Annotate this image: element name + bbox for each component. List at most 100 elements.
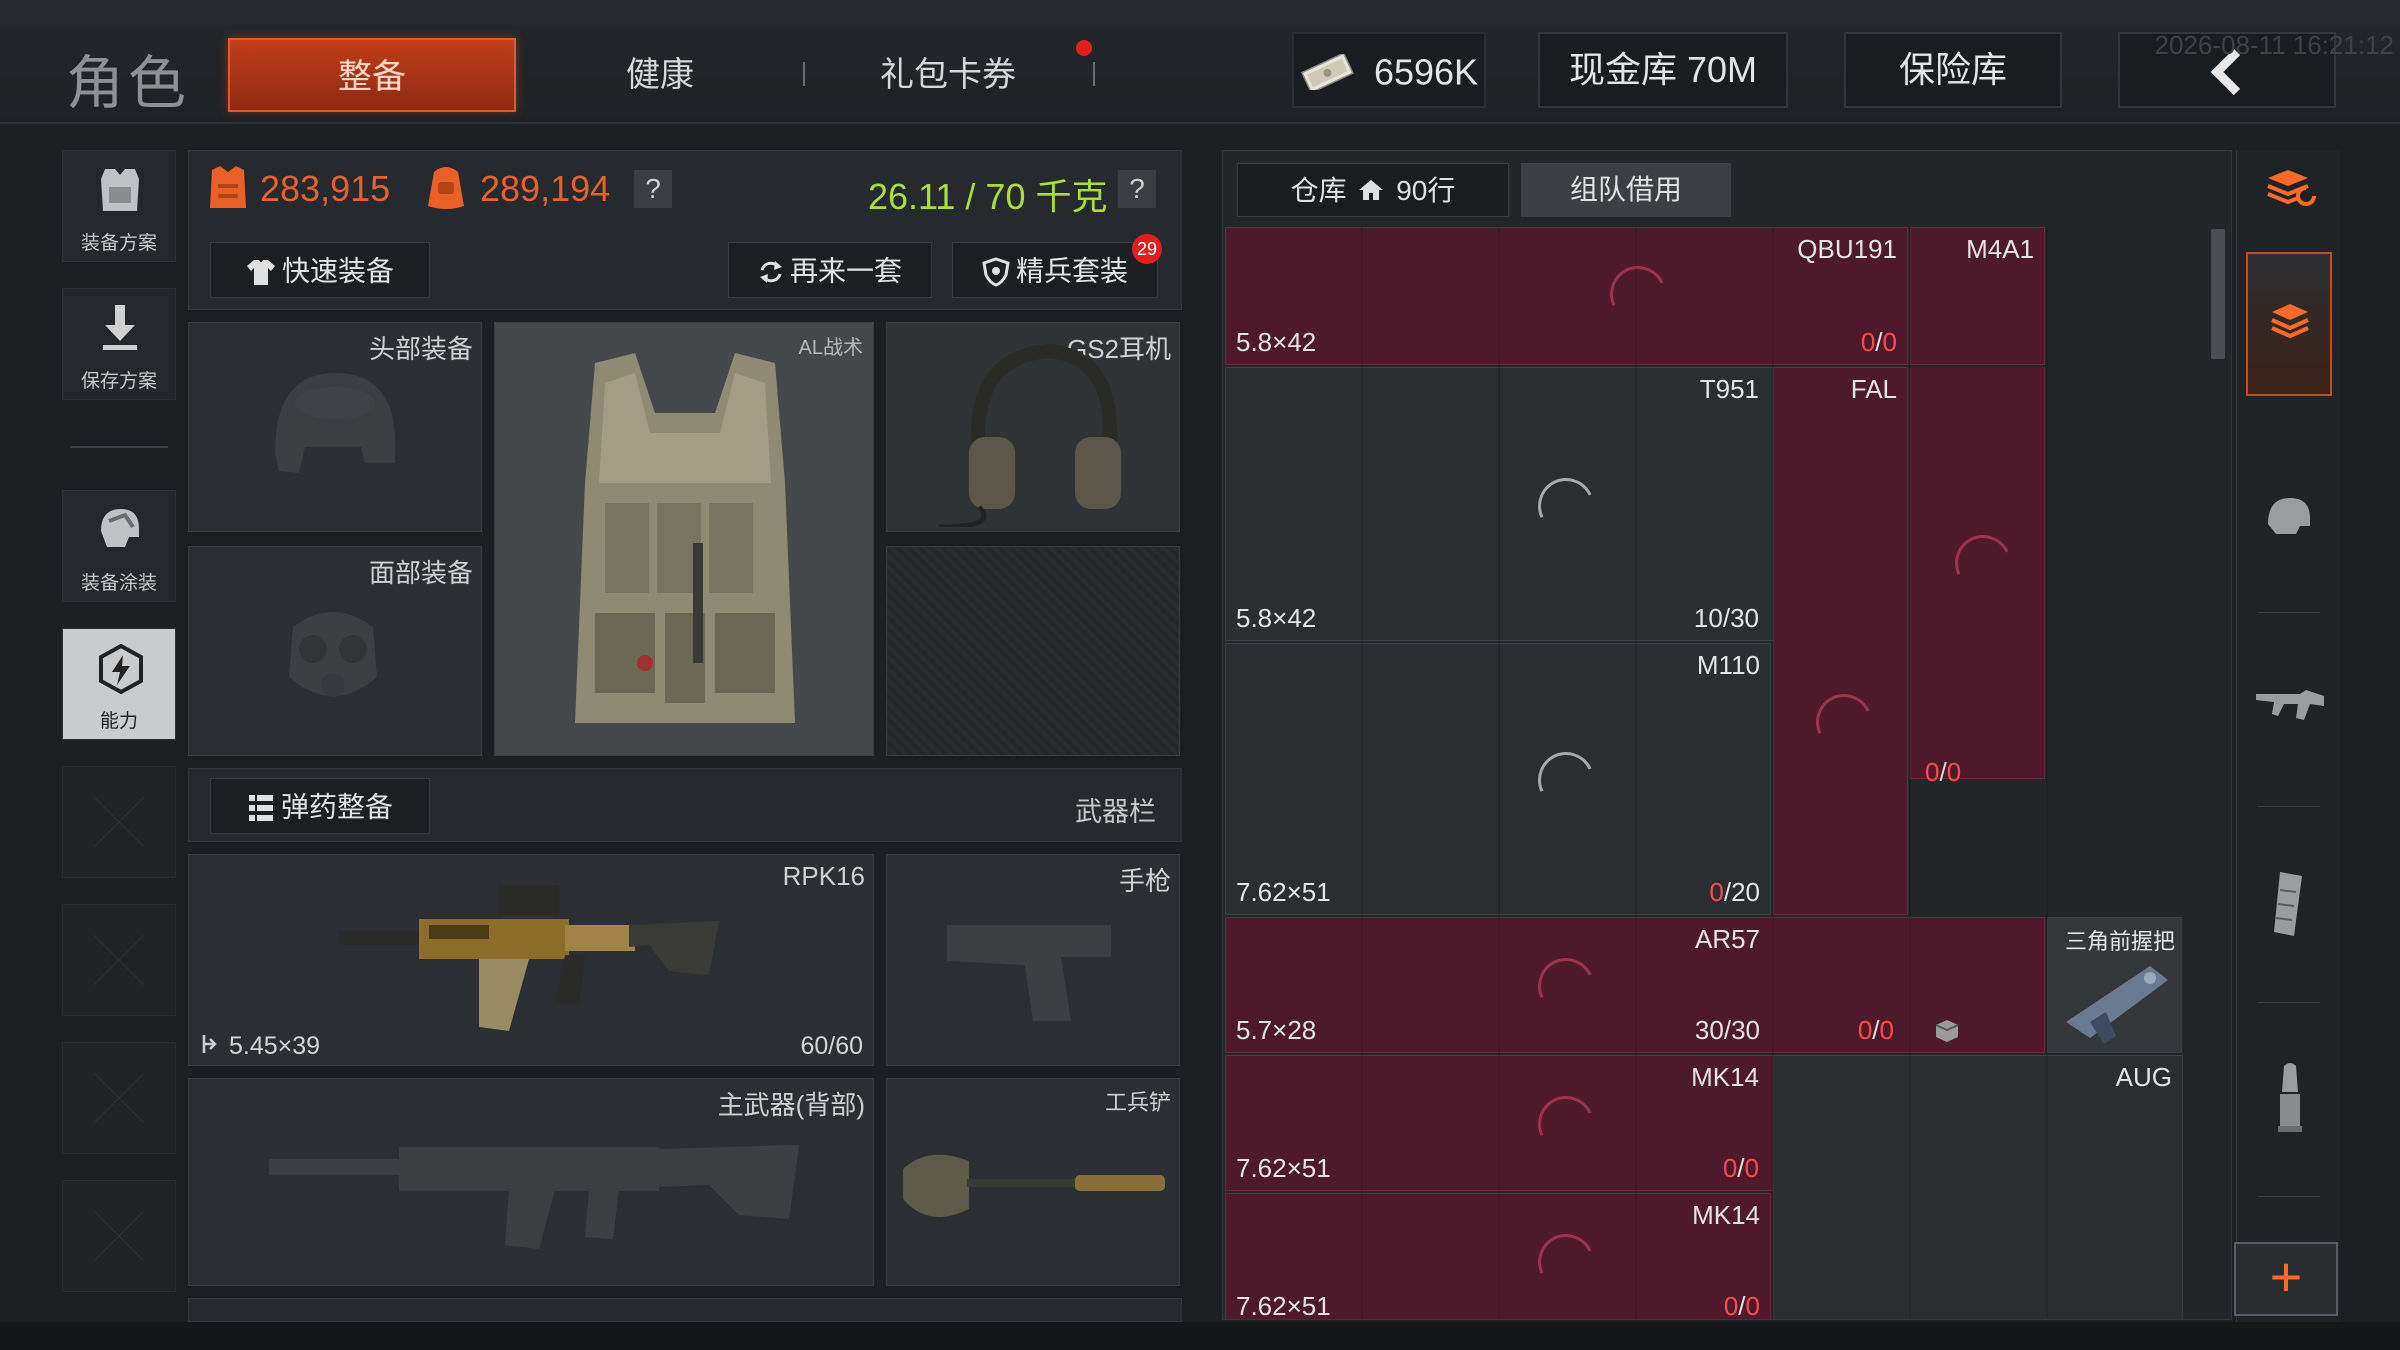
primary-ammo: 60/60 [800,1032,863,1060]
tab-team-borrow[interactable]: 组队借用 [1521,163,1731,217]
tab-equip[interactable]: 整备 [228,38,516,112]
vest-slot[interactable]: AL战术 [494,322,874,756]
weapon-bar-label: 武器栏 [1075,797,1156,827]
filter-all[interactable] [2246,252,2332,396]
currency-display[interactable]: 6596K [1292,32,1486,108]
head-equipment-slot[interactable]: 头部装备 [188,322,482,532]
pistol-slot[interactable]: 手枪 [886,854,1180,1066]
sidebar-empty-slot [62,766,176,878]
tab-gift-coupons[interactable]: 礼包卡券 [848,38,1048,112]
shovel-icon [899,1139,1169,1239]
stack-refresh-icon [2264,166,2320,216]
empty-equipment-slot[interactable] [886,546,1180,756]
bullet-icon [2270,1062,2310,1136]
box-icon [1934,1018,1960,1044]
loading-spinner-icon [1602,258,1674,330]
face-equipment-slot[interactable]: 面部装备 [188,546,482,756]
refresh-icon [758,259,784,285]
loading-spinner-icon [1530,470,1602,542]
backpack-value-icon [424,162,468,212]
inventory-item-m4a1[interactable]: M4A1 [1910,227,2045,365]
inventory-item-ar57[interactable]: AR57 5.7×28 30/30 0/0 [1225,917,2045,1053]
cash-icon [1300,54,1354,91]
loading-spinner-icon [1808,686,1880,758]
inventory-item-qbu191[interactable]: QBU191 5.8×42 0/0 [1225,227,1908,365]
inventory-item-m4a1-body[interactable] [1910,367,2045,779]
elite-set-badge: 29 [1132,234,1162,264]
inventory-item-mk14-2[interactable]: MK14 7.62×51 0/0 [1225,1193,1771,1319]
sidebar-empty-slot [62,1180,176,1292]
cash-vault-button[interactable]: 现金库 70M [1538,32,1788,108]
inventory-item-triangle-foregrip[interactable]: 三角前握把 [2047,917,2182,1053]
bottom-bar [0,1322,2400,1350]
tactical-vest-icon [545,343,825,743]
weight-help-button[interactable]: ? [1118,170,1156,208]
caliber-icon [201,1033,219,1055]
filter-divider [2258,612,2320,613]
pistol-icon [941,905,1121,1025]
tab-storage[interactable]: 仓库 90行 [1237,163,1509,217]
loading-spinner-icon [1530,950,1602,1022]
filter-divider [2258,1196,2320,1197]
sidebar-item-loadout-plans[interactable]: 装备方案 [62,150,176,262]
sidebar-empty-slot [62,1042,176,1154]
sidebar-item-equipment-paint[interactable]: 装备涂装 [62,490,176,602]
gas-mask-icon [273,597,393,717]
filter-sort-button[interactable] [2246,150,2332,234]
ability-icon [95,643,147,695]
value-help-button[interactable]: ? [634,170,672,208]
melee-slot[interactable]: 工兵铲 [886,1078,1180,1286]
home-icon [1358,178,1384,202]
timestamp: 2026-08-11 16:21:12 [2154,30,2395,60]
inventory-item-aug[interactable]: AUG [1773,1055,2183,1319]
back-weapon-slot[interactable]: 主武器(背部) [188,1078,874,1286]
sidebar-item-ability[interactable]: 能力 [62,628,176,740]
filter-weapons[interactable] [2246,646,2332,776]
loadout-icon [97,165,143,217]
warehouse-scrollbar[interactable] [2211,229,2225,359]
filter-ammo[interactable] [2246,1036,2332,1166]
fal-count: 0/0 [1925,757,1962,787]
primary-caliber: 5.45×39 [229,1032,321,1060]
loading-spinner-icon [1530,1088,1602,1160]
headset-slot[interactable]: GS2耳机 [886,322,1180,532]
rifle-rpk16-icon [329,875,729,1045]
magazine-icon [2272,870,2306,940]
paint-icon [95,503,145,557]
rifle-icon [2254,686,2326,726]
loading-spinner-icon [1947,527,2019,599]
next-row-edge [188,1298,1182,1322]
headset-icon [939,337,1139,527]
ammo-prep-button[interactable]: 弹药整备 [210,778,430,834]
loading-spinner-icon [1530,1226,1602,1298]
sidebar-item-save-plan[interactable]: 保存方案 [62,288,176,400]
loading-spinner-icon [1530,744,1602,816]
weight-display: 26.11 / 70 千克 [868,176,1108,217]
filter-divider [2258,806,2320,807]
safe-vault-button[interactable]: 保险库 [1844,32,2062,108]
page-title: 角色 [66,51,191,116]
filter-gear[interactable] [2246,450,2332,580]
elite-set-button[interactable]: 精兵套装 [952,242,1158,298]
tab-divider [803,62,805,86]
inventory-item-fal[interactable]: FAL [1773,367,1908,915]
another-set-button[interactable]: 再来一套 [728,242,932,298]
tab-divider [1093,62,1095,86]
sidebar-divider [70,446,168,448]
shirt-icon [246,257,276,287]
shield-icon [982,257,1010,287]
warehouse-panel: 仓库 90行 组队借用 QBU191 5.8×42 0/0 M4A1 T951 … [1222,150,2232,1320]
helmet-icon [265,363,405,493]
filter-magazines[interactable] [2246,840,2332,970]
inventory-item-m110[interactable]: M110 7.62×51 0/20 [1225,643,1771,915]
quick-equip-button[interactable]: 快速装备 [210,242,430,298]
armor-value-icon [208,164,248,212]
helmet-icon [2264,494,2314,538]
primary-weapon-slot[interactable]: RPK16 5.45×39 60/60 [188,854,874,1066]
filter-divider [2258,1002,2320,1003]
tab-health[interactable]: 健康 [560,38,760,112]
notification-dot [1076,40,1092,56]
armor-value: 283,915 [260,168,391,209]
backpack-value: 289,194 [480,168,611,209]
add-button[interactable]: + [2234,1242,2338,1316]
